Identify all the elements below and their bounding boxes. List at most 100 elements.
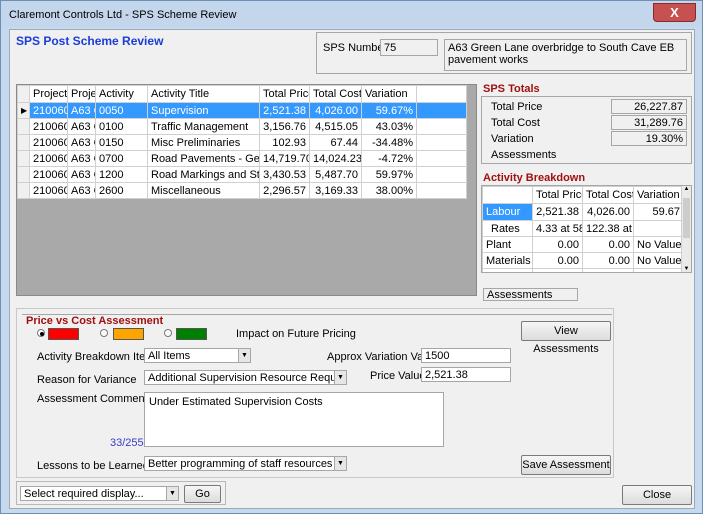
table-cell: 0700 [95,150,148,167]
col-header-project-name[interactable]: Project [67,85,96,103]
row-selector[interactable] [17,150,30,167]
approx-variation-input[interactable]: 1500 [421,348,511,363]
table-row[interactable]: 210060A63 G0700Road Pavements - General1… [17,150,467,167]
breakdown-item-value: All Items [148,350,191,362]
breakdown-cell: 122.38 at 32 [582,220,634,237]
row-selector[interactable]: ▶ [17,102,30,119]
scroll-down-icon[interactable]: ▼ [682,266,691,272]
reason-label: Reason for Variance [37,374,137,386]
breakdown-row[interactable]: SubContra0.000.00No Values [482,268,684,272]
table-row[interactable]: 210060A63 G0150Misc Preliminaries102.936… [17,134,467,151]
table-row[interactable]: ▶210060A63 G0050Supervision2,521.384,026… [17,102,467,119]
table-cell: 67.44 [309,134,362,151]
col-header-total-cost[interactable]: Total Cost [309,85,362,103]
table-cell: -4.72% [361,150,417,167]
reason-select[interactable]: Additional Supervision Resource Required… [144,370,347,385]
row-header-corner [17,85,30,103]
breakdown-cell: 4,026.00 [582,203,634,221]
display-select[interactable]: Select required display... ▼ [20,486,179,501]
go-button[interactable]: Go [184,485,221,503]
table-cell-filler [416,118,467,135]
breakdown-item-select[interactable]: All Items ▼ [144,348,251,363]
col-header-variation[interactable]: Variation [361,85,417,103]
reason-value: Additional Supervision Resource Required… [148,372,346,384]
price-value-input[interactable]: 2,521.38 [421,367,511,382]
table-cell: 210060 [29,118,68,135]
table-row[interactable]: 210060A63 G1200Road Markings and Studs3,… [17,166,467,183]
assessments-tab[interactable]: Assessments [483,288,578,301]
breakdown-row[interactable]: Labour 2,521.38 4,026.00 59.67 [482,203,684,221]
table-cell: Traffic Management [147,118,260,135]
breakdown-cell: 4.33 at 582. [532,220,583,237]
table-cell: A63 G [67,166,96,183]
display-select-value: Select required display... [24,488,144,500]
breakdown-row[interactable]: Materials 0.00 0.00 No Values [482,252,684,269]
breakdown-row[interactable]: Rates4.33 at 582.122.38 at 32 [482,220,684,237]
scroll-up-icon[interactable]: ▲ [682,186,691,192]
sps-number-label: SPS Number [323,42,388,54]
breakdown-row-label: Plant [482,236,533,253]
breakdown-col-header-total-price[interactable]: Total Price [532,186,583,204]
col-header-total-price[interactable]: Total Price [259,85,310,103]
assessments-label: Assessments [491,149,557,161]
table-cell: 210060 [29,166,68,183]
window-close-button[interactable]: X [653,3,696,22]
breakdown-row[interactable]: Plant 0.00 0.00 No Values [482,236,684,253]
col-header-activity-title[interactable]: Activity Title [147,85,260,103]
close-button[interactable]: Close [622,485,692,505]
row-selector[interactable] [17,166,30,183]
scroll-thumb[interactable] [683,198,690,238]
impact-red-swatch [48,328,79,340]
lessons-select[interactable]: Better programming of staff resources ▼ [144,456,347,471]
breakdown-scrollbar[interactable]: ▲ ▼ [681,186,691,272]
table-cell: A63 G [67,118,96,135]
table-row[interactable]: 210060A63 G0100Traffic Management3,156.7… [17,118,467,135]
breakdown-col-header-variation[interactable]: Variation [633,186,684,204]
breakdown-cell: 0.00 [532,268,583,272]
breakdown-col-header-total-cost[interactable]: Total Cost [582,186,634,204]
row-selector[interactable] [17,134,30,151]
sps-totals-title: SPS Totals [483,83,540,95]
table-cell: 0100 [95,118,148,135]
table-cell-filler [416,150,467,167]
chevron-down-icon[interactable]: ▼ [238,349,250,362]
breakdown-row-label: Labour [482,203,533,221]
breakdown-cell: No Values [633,268,684,272]
col-header-project[interactable]: Project [29,85,68,103]
table-cell: 4,515.05 [309,118,362,135]
breakdown-row-label: Rates [482,220,533,237]
table-cell: 59.67% [361,102,417,119]
row-selector[interactable] [17,182,30,199]
col-header-activity[interactable]: Activity [95,85,148,103]
impact-label: Impact on Future Pricing [236,328,356,340]
title-bar: Claremont Controls Ltd - SPS Scheme Revi… [1,1,702,27]
table-cell-filler [416,102,467,119]
table-row[interactable]: 210060A63 G2600Miscellaneous2,296.573,16… [17,182,467,199]
table-cell: A63 G [67,182,96,199]
comment-textarea[interactable]: Under Estimated Supervision Costs [144,392,444,447]
breakdown-cell: 0.00 [582,252,634,269]
impact-red-radio[interactable] [37,329,45,337]
chevron-down-icon[interactable]: ▼ [334,371,346,384]
table-cell: 3,169.33 [309,182,362,199]
activity-table: Project Project Activity Activity Title … [17,85,467,199]
chevron-down-icon[interactable]: ▼ [166,487,178,500]
table-cell: 5,487.70 [309,166,362,183]
save-assessment-button[interactable]: Save Assessment [521,455,611,475]
lessons-value: Better programming of staff resources [148,458,333,470]
view-assessments-button[interactable]: View Assessments [521,321,611,355]
activity-grid[interactable]: Project Project Activity Activity Title … [16,84,477,296]
breakdown-cell: 59.67 [633,203,684,221]
table-cell: 43.03% [361,118,417,135]
row-selector[interactable] [17,118,30,135]
chevron-down-icon[interactable]: ▼ [334,457,346,470]
table-cell: 210060 [29,150,68,167]
impact-orange-swatch [113,328,144,340]
activity-breakdown-grid[interactable]: Total Price Total Cost Variation Labour 2… [481,185,692,273]
table-cell-filler [416,166,467,183]
impact-orange-radio[interactable] [100,329,108,337]
impact-green-radio[interactable] [164,329,172,337]
table-cell: 14,719.70 [259,150,310,167]
breakdown-cell: No Values [633,236,684,253]
variation-field: 19.30% [611,131,687,146]
